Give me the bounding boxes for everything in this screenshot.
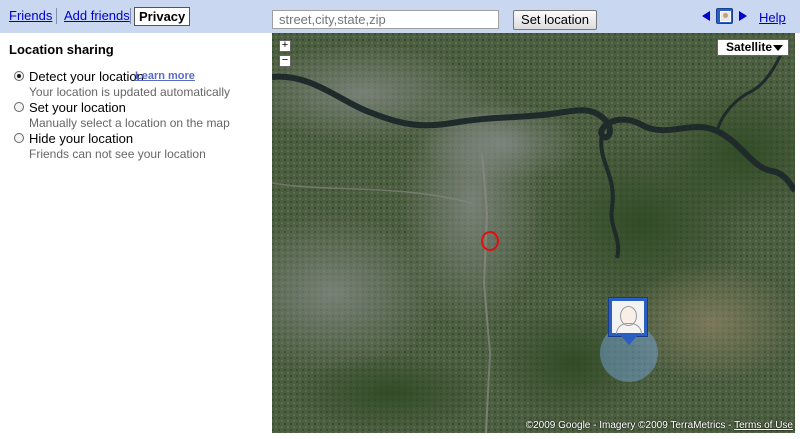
arrow-left-icon[interactable] xyxy=(702,11,710,21)
panel-title: Location sharing xyxy=(9,42,114,57)
option-label[interactable]: Detect your location xyxy=(29,69,144,84)
option-description: Friends can not see your location xyxy=(29,147,206,161)
option-label[interactable]: Hide your location xyxy=(29,131,133,146)
set-location-button[interactable]: Set location xyxy=(513,10,597,30)
address-input[interactable] xyxy=(272,10,499,29)
top-bar: Friends Add friends Privacy Set location… xyxy=(0,0,800,33)
tab-divider xyxy=(130,8,131,24)
tab-divider xyxy=(56,8,57,24)
red-circle-marker[interactable] xyxy=(481,231,499,251)
zoom-out-button[interactable]: − xyxy=(279,55,291,67)
friend-photo-marker[interactable] xyxy=(608,297,648,345)
tab-friends[interactable]: Friends xyxy=(9,8,52,23)
map-attribution: ©2009 Google - Imagery ©2009 TerraMetric… xyxy=(526,420,793,431)
marker-pointer xyxy=(621,336,637,345)
learn-more-link[interactable]: Learn more xyxy=(135,70,195,82)
option-description: Manually select a location on the map xyxy=(29,116,230,130)
user-photo-icon xyxy=(612,301,644,334)
help-link[interactable]: Help xyxy=(759,10,786,25)
terms-of-use-link[interactable]: Terms of Use xyxy=(734,420,793,431)
chevron-down-icon xyxy=(773,45,783,51)
satellite-map[interactable]: + − Satellite ©2009 Google - Imagery ©20… xyxy=(272,33,795,433)
radio-set-location[interactable] xyxy=(14,102,24,112)
attribution-text: ©2009 Google - Imagery ©2009 TerraMetric… xyxy=(525,420,735,431)
map-type-label: Satellite xyxy=(726,40,773,54)
tab-privacy[interactable]: Privacy xyxy=(134,7,191,26)
satellite-imagery xyxy=(272,33,795,433)
radio-hide-location[interactable] xyxy=(14,133,24,143)
user-photo-icon[interactable] xyxy=(716,8,733,24)
option-label[interactable]: Set your location xyxy=(29,100,126,115)
tab-add-friends[interactable]: Add friends xyxy=(64,8,130,23)
map-type-dropdown[interactable]: Satellite xyxy=(717,39,789,56)
zoom-in-button[interactable]: + xyxy=(279,40,291,52)
option-description: Your location is updated automatically xyxy=(29,85,231,99)
radio-detect-location[interactable] xyxy=(14,71,24,81)
location-sharing-panel: Location sharing Detect your location Le… xyxy=(0,33,270,439)
arrow-right-icon[interactable] xyxy=(739,11,747,21)
